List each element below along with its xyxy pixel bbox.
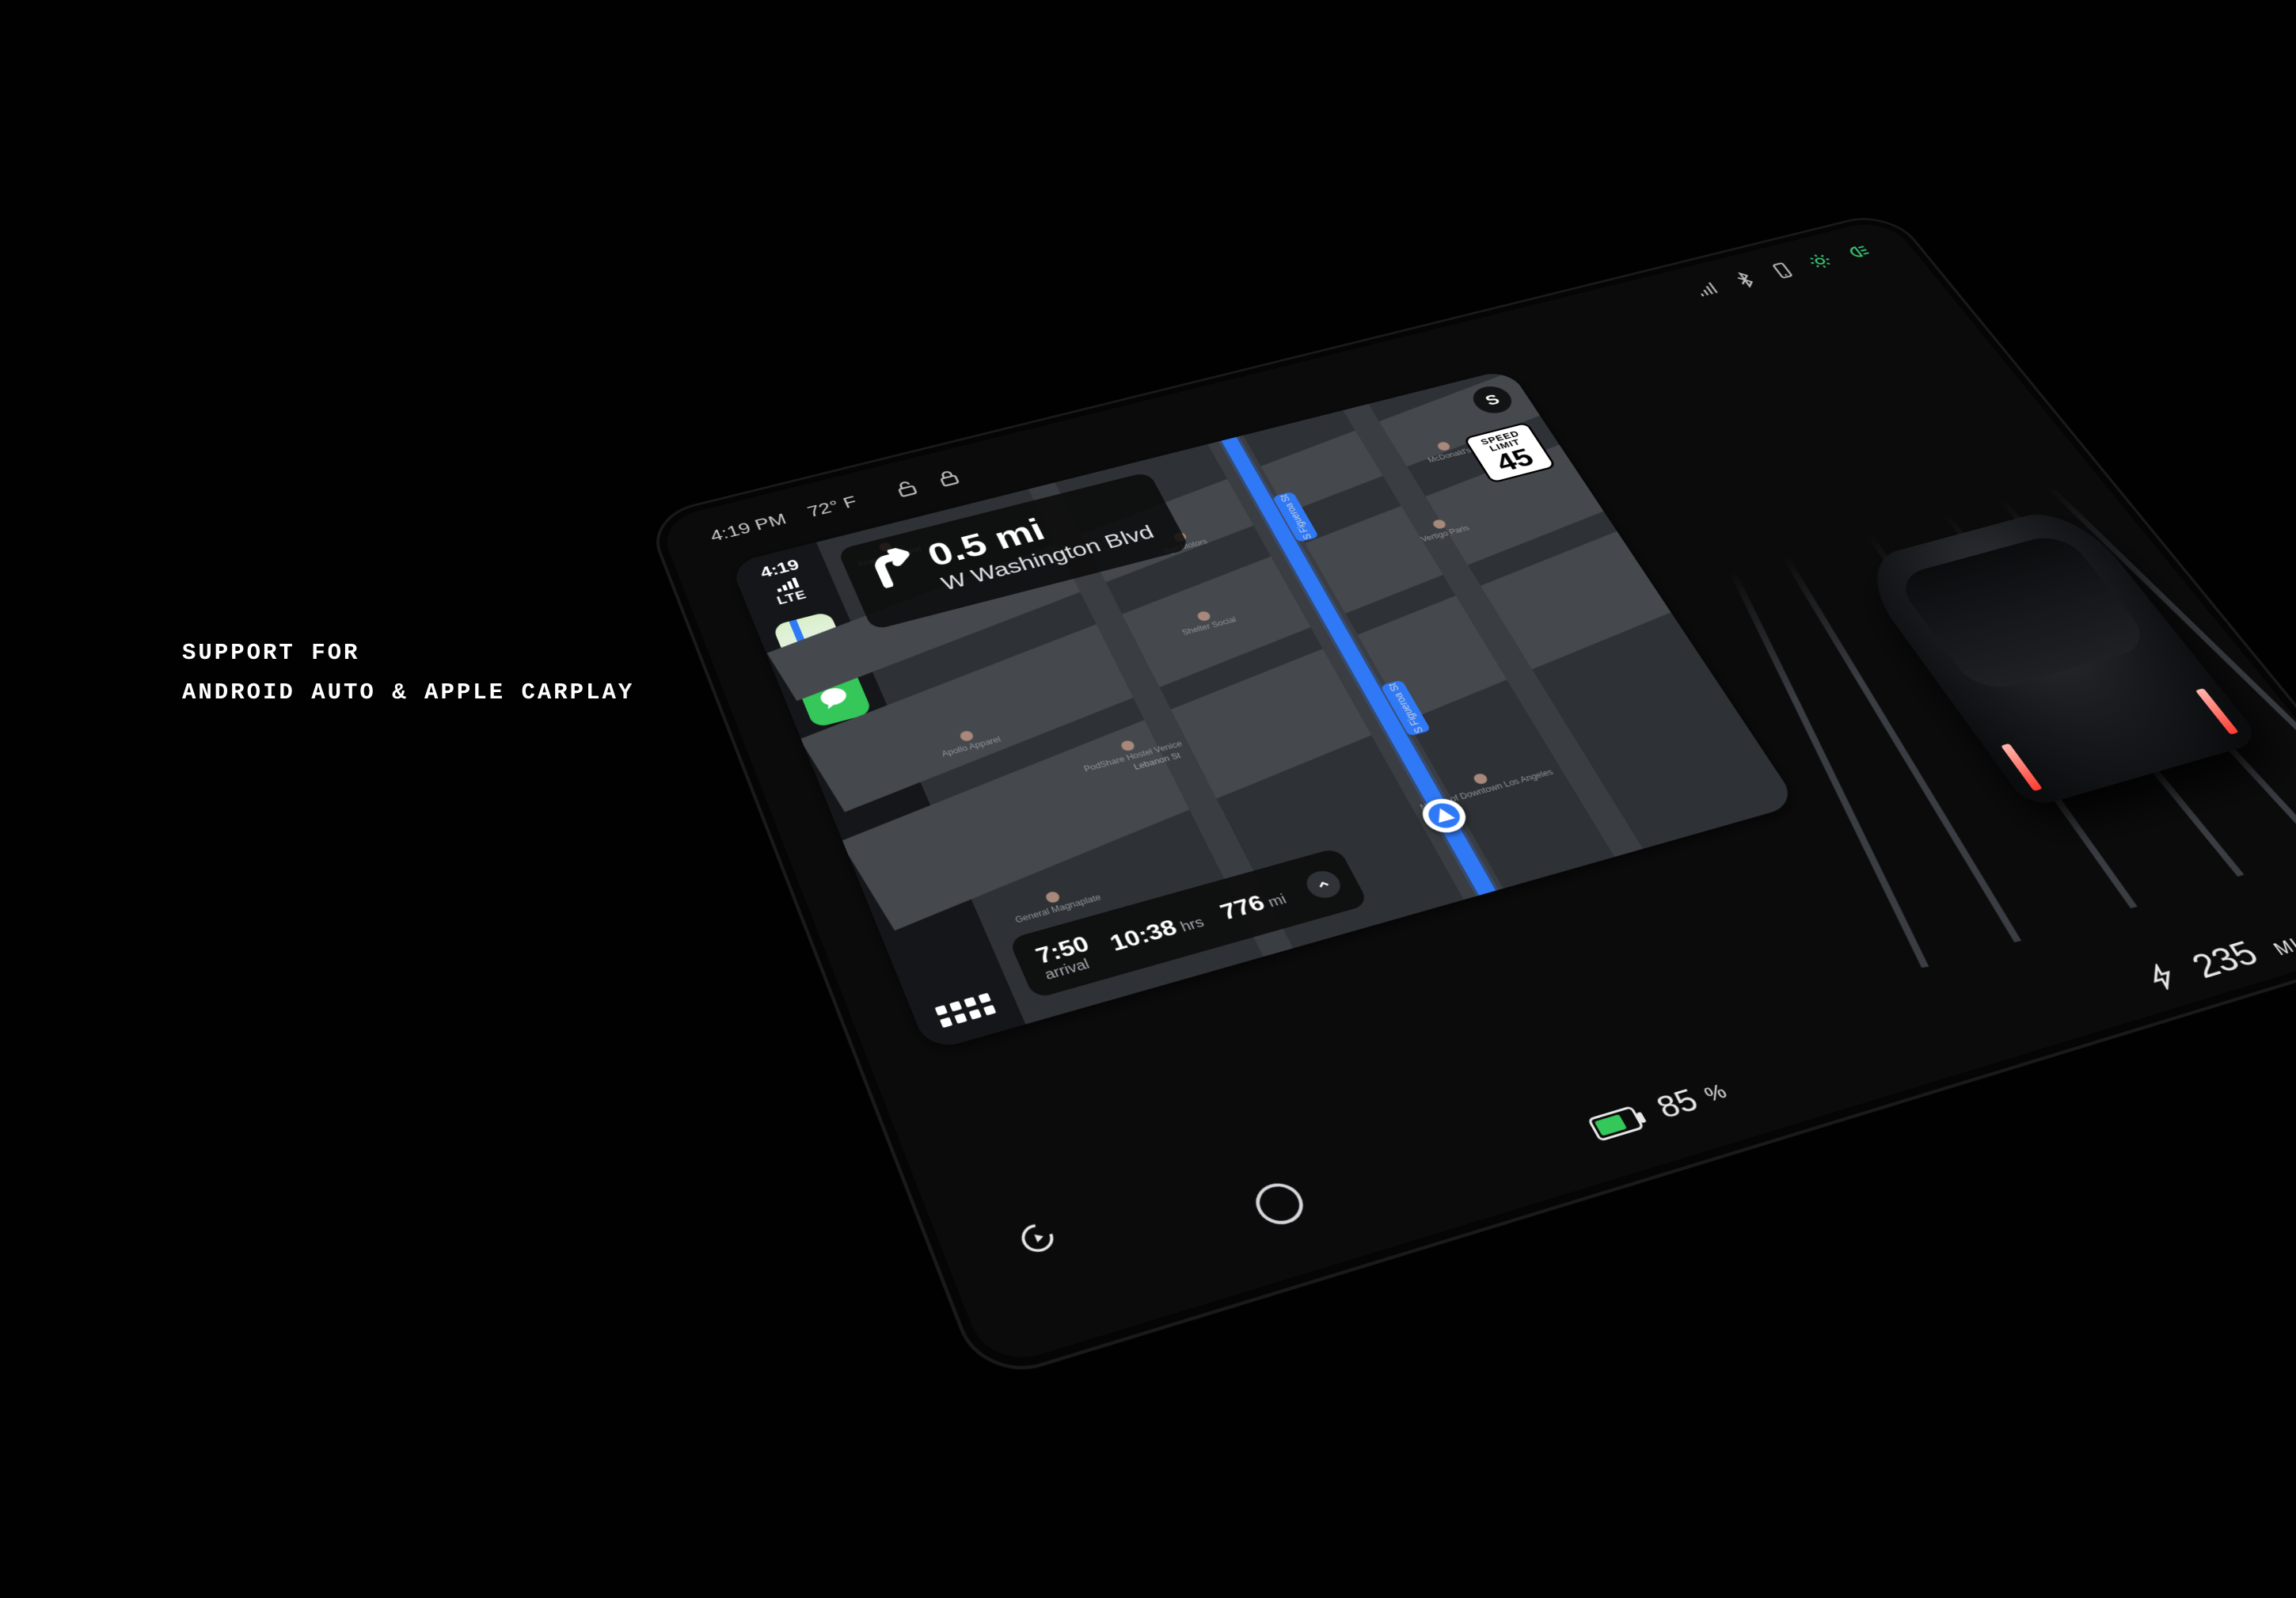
eta-duration: 10:38 — [1106, 915, 1181, 957]
marketing-line-2: ANDROID AUTO & APPLE CARPLAY — [182, 673, 634, 713]
phone-icon[interactable] — [1766, 261, 1800, 281]
marketing-line-1: SUPPORT FOR — [182, 633, 634, 673]
eta-distance: 776 — [1216, 890, 1269, 925]
outside-temperature: 72° F — [804, 493, 859, 521]
map-poi: Apollo Apparel — [935, 724, 1002, 759]
turn-right-icon — [861, 545, 922, 591]
range-status[interactable]: 235 MI — [2137, 920, 2296, 999]
battery-icon — [1587, 1105, 1644, 1142]
cellular-icon — [1690, 279, 1724, 299]
range-unit: MI — [2270, 935, 2296, 961]
expand-eta-button[interactable] — [1302, 868, 1345, 902]
battery-percent-unit: % — [1700, 1079, 1731, 1107]
battery-percent: 85 — [1651, 1083, 1705, 1126]
eta-duration-unit: hrs — [1178, 915, 1207, 935]
bolt-icon — [2137, 956, 2190, 1000]
vehicle-render — [1851, 504, 2264, 809]
map-poi: PodShare Hostel Venice — [1077, 728, 1184, 773]
app-spotify[interactable] — [820, 728, 899, 789]
vehicle-home-button[interactable] — [1249, 1178, 1310, 1230]
unlock-icon[interactable] — [890, 477, 922, 500]
eta-card[interactable]: 7:50 arrival 10:38 hrs 776 mi — [1008, 847, 1370, 999]
vehicle-clock: 4:19 PM — [708, 510, 789, 545]
battery-status[interactable]: 85 % — [1584, 1075, 1734, 1146]
map-cross-street: Lebanon St — [1132, 751, 1182, 771]
carplay-toggle-button[interactable] — [1006, 1211, 1069, 1265]
eta-arrival-time: 7:50 — [1032, 931, 1093, 968]
infotainment-display: 4:19 PM 72° F 4:19 LTE — [644, 209, 2296, 1384]
marketing-copy: SUPPORT FOR ANDROID AUTO & APPLE CARPLAY — [182, 633, 634, 713]
map-poi: General Magnaplate — [1009, 881, 1103, 925]
brightness-icon[interactable] — [1804, 251, 1837, 272]
eta-distance-unit: mi — [1266, 892, 1290, 911]
lock-icon[interactable] — [932, 466, 964, 489]
map-poi: Nissan of Downtown Los Angeles — [1412, 756, 1555, 812]
eta-arrival-label: arrival — [1043, 954, 1100, 983]
current-location-icon — [1416, 794, 1473, 837]
range-value: 235 — [2183, 933, 2266, 986]
carplay-home-grid-button[interactable] — [935, 993, 997, 1028]
bluetooth-icon[interactable] — [1728, 269, 1762, 290]
headlights-icon[interactable] — [1841, 242, 1874, 262]
